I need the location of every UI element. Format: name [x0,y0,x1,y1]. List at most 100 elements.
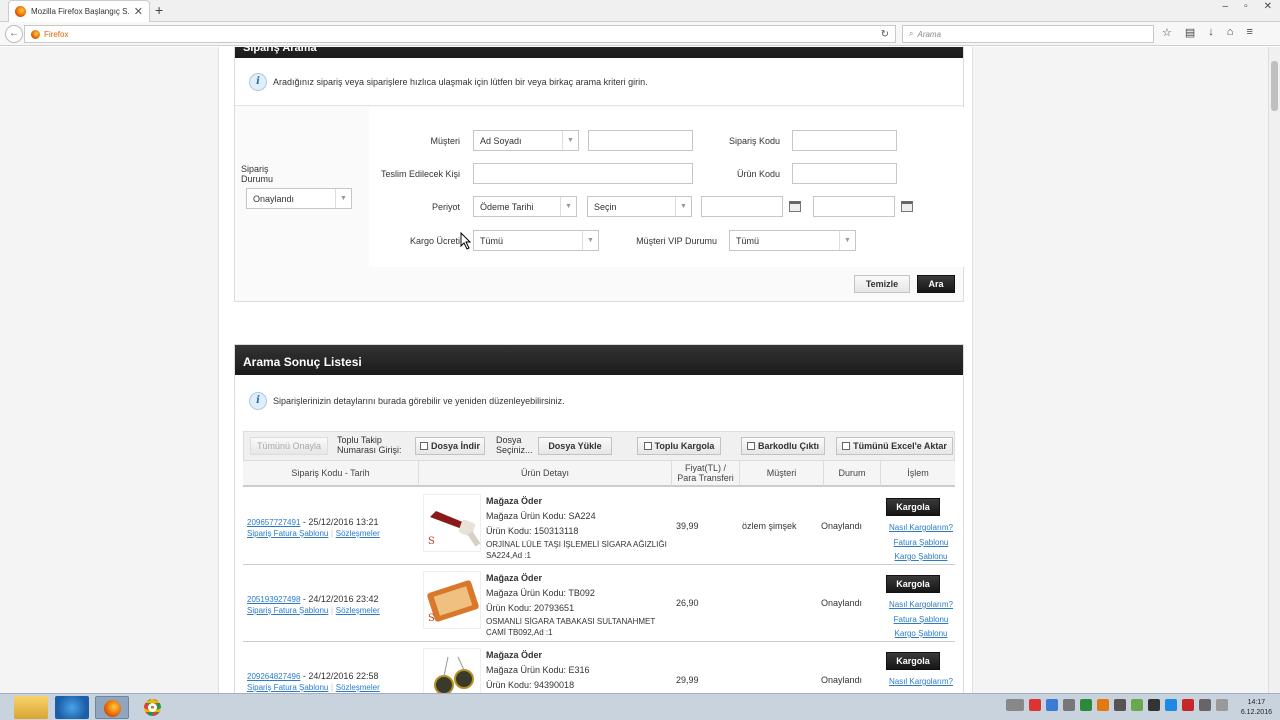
barcode-print-button[interactable]: Barkodlu Çıktı [741,437,825,455]
new-tab-icon[interactable]: + [155,2,163,18]
firefox-taskbar-icon[interactable] [95,696,129,719]
invoice-template-link[interactable]: Sipariş Fatura Şablonu [247,606,328,615]
tray-app-icon[interactable] [1097,699,1109,711]
approve-all-button[interactable]: Tümünü Onayla [250,437,328,455]
browser-tab[interactable]: Mozilla Firefox Başlangıç S... ✕ [8,0,150,22]
product-image[interactable]: S [423,494,481,552]
clear-button[interactable]: Temizle [854,275,910,293]
maximize-icon[interactable]: ▫ [1244,1,1248,12]
how-to-ship-link[interactable]: Nasıl Kargolarım? [886,521,956,536]
export-excel-label: Tümünü Excel'e Aktar [853,441,947,451]
tray-app-icon[interactable] [1046,699,1058,711]
customer-type-select[interactable]: Ad Soyadı ▼ [473,130,579,151]
recipient-input[interactable] [473,163,693,184]
chevron-down-icon: ▼ [335,189,351,208]
table-row: 209657727491 - 25/12/2016 13:21 Sipariş … [243,488,955,565]
calendar-icon[interactable] [789,201,801,212]
order-code-link[interactable]: 209264827496 [247,672,300,681]
tray-app-icon[interactable] [1131,699,1143,711]
invoice-tpl-link[interactable]: Fatura Şablonu [886,613,956,628]
download-icon[interactable]: ↓ [1208,26,1214,39]
results-info-text: Siparişlerinizin detaylarını burada göre… [273,396,565,406]
home-icon[interactable]: ⌂ [1227,26,1234,39]
tray-app-icon[interactable] [1063,699,1075,711]
order-status: Onaylandı [821,598,863,608]
product-image[interactable] [423,648,481,693]
invoice-template-link[interactable]: Sipariş Fatura Şablonu [247,683,328,692]
shipping-fee-value: Tümü [480,236,504,246]
menu-icon[interactable]: ≡ [1246,26,1252,39]
ship-button[interactable]: Kargola [886,498,940,516]
vip-value: Tümü [736,236,760,246]
vertical-scrollbar[interactable] [1268,47,1280,693]
ship-button[interactable]: Kargola [886,652,940,670]
select-file-label[interactable]: Dosya Seçiniz... [496,435,536,455]
price: 26,90 [676,598,699,608]
end-date-input[interactable] [813,196,895,217]
chrome-icon[interactable] [135,696,169,719]
download-file-button[interactable]: Dosya İndir [415,437,485,455]
product-name: OSMANLI SİGARA TABAKASI SULTANAHMET CAMİ… [486,617,656,637]
tray-app-icon[interactable] [1165,699,1177,711]
internet-explorer-icon[interactable] [55,696,89,719]
vip-select[interactable]: Tümü ▼ [729,230,856,251]
table-row: 205193927498 - 24/12/2016 23:42 Sipariş … [243,565,955,642]
product-image[interactable]: S [423,571,481,629]
clock[interactable]: 14:17 6.12.2016 [1241,698,1272,718]
calendar-icon[interactable] [901,201,913,212]
tray-app-icon[interactable] [1114,699,1126,711]
payer: Mağaza Öder [486,650,543,660]
export-excel-button[interactable]: Tümünü Excel'e Aktar [836,437,953,455]
price: 39,99 [676,521,699,531]
customer-name-input[interactable] [588,130,693,151]
network-icon[interactable] [1199,699,1211,711]
minimize-icon[interactable]: – [1223,1,1229,12]
contracts-link[interactable]: Sözleşmeler [336,529,380,538]
contracts-link[interactable]: Sözleşmeler [336,683,380,692]
contracts-link[interactable]: Sözleşmeler [336,606,380,615]
reading-list-icon[interactable]: ▤ [1185,26,1195,39]
close-tab-icon[interactable]: ✕ [134,5,143,18]
close-window-icon[interactable]: ✕ [1264,1,1272,12]
cargo-tpl-link[interactable]: Kargo Şablonu [886,627,956,642]
order-code-input[interactable] [792,130,897,151]
ship-button[interactable]: Kargola [886,575,940,593]
start-date-input[interactable] [701,196,783,217]
search-icon: ⌕ [909,29,914,38]
volume-icon[interactable] [1216,699,1228,711]
search-button[interactable]: Ara [917,275,955,293]
tray-app-icon[interactable] [1148,699,1160,711]
how-to-ship-link[interactable]: Nasıl Kargolarım? [886,675,956,690]
search-placeholder: Arama [917,29,942,39]
shipping-fee-select[interactable]: Tümü ▼ [473,230,599,251]
scrollbar-thumb[interactable] [1271,61,1278,111]
status-select[interactable]: Onaylandı ▼ [246,188,352,209]
tray-app-icon[interactable] [1029,699,1041,711]
bookmark-star-icon[interactable]: ☆ [1162,26,1172,39]
order-code-link[interactable]: 209657727491 [247,518,300,527]
product-detail: Mağaza Öder Mağaza Ürün Kodu: TB092 Ürün… [486,571,676,638]
period-type-select[interactable]: Ödeme Tarihi ▼ [473,196,577,217]
cargo-tpl-link[interactable]: Kargo Şablonu [886,550,956,565]
back-icon[interactable]: ← [5,25,23,43]
chevron-down-icon: ▼ [839,231,855,250]
payer: Mağaza Öder [486,496,543,506]
order-date: - 24/12/2016 22:58 [302,671,379,681]
how-to-ship-link[interactable]: Nasıl Kargolarım? [886,598,956,613]
keyboard-icon[interactable] [1006,699,1024,711]
upload-file-button[interactable]: Dosya Yükle [538,437,612,455]
order-code-link[interactable]: 205193927498 [247,595,300,604]
file-explorer-icon[interactable] [14,696,48,719]
invoice-tpl-link[interactable]: Fatura Şablonu [886,536,956,551]
barcode-print-label: Barkodlu Çıktı [757,441,819,451]
url-bar[interactable]: Firefox ↻ [24,25,896,43]
reload-icon[interactable]: ↻ [881,29,889,40]
toolbar-icons: ☆ ▤ ↓ ⌂ ≡ [1162,26,1253,39]
period-choice-select[interactable]: Seçin ▼ [587,196,692,217]
tray-app-icon[interactable] [1182,699,1194,711]
invoice-template-link[interactable]: Sipariş Fatura Şablonu [247,529,328,538]
tray-app-icon[interactable] [1080,699,1092,711]
bulk-ship-button[interactable]: Toplu Kargola [637,437,721,455]
search-input[interactable]: ⌕ Arama [902,25,1154,43]
product-code-input[interactable] [792,163,897,184]
